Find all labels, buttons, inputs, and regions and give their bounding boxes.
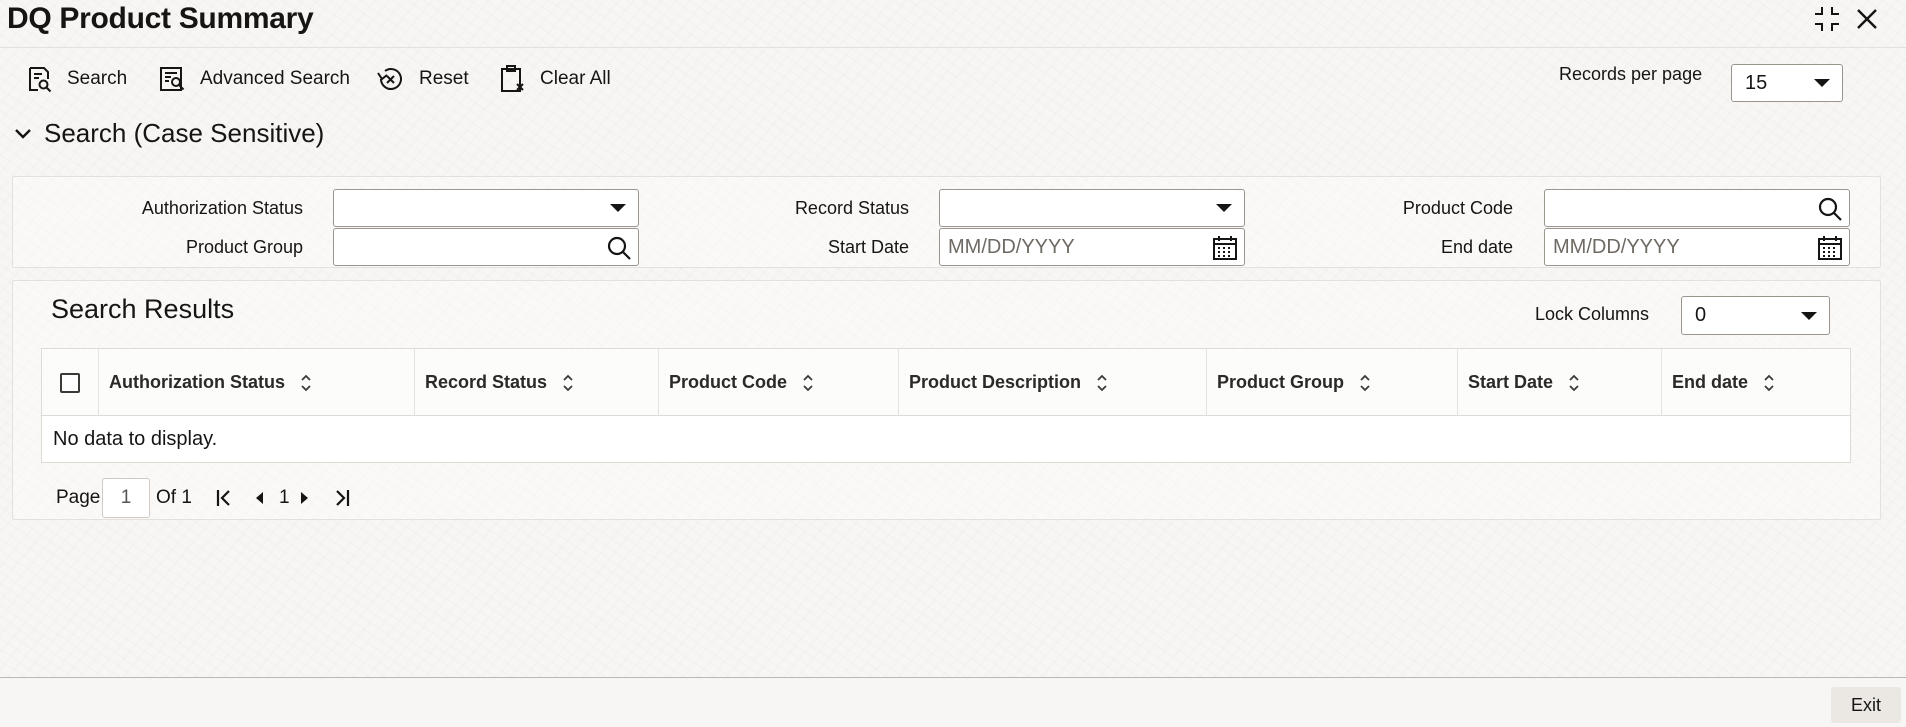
exit-button[interactable]: Exit: [1831, 687, 1901, 723]
search-icon[interactable]: [606, 235, 632, 261]
chevron-down-icon: [1801, 311, 1817, 320]
sort-icon[interactable]: [561, 373, 575, 393]
column-label: Product Code: [669, 372, 788, 392]
calendar-icon[interactable]: [1212, 235, 1238, 261]
column-label: End date: [1672, 372, 1749, 392]
results-table: Authorization Status Record Status Produ…: [41, 348, 1851, 463]
pagination: Page 1 Of 1 1: [56, 478, 386, 518]
minimize-icon[interactable]: [1812, 4, 1842, 34]
page-label: Page: [56, 487, 101, 508]
chevron-down-icon: [15, 128, 31, 139]
results-title: Search Results: [51, 294, 235, 324]
column-header-record-status[interactable]: Record Status: [414, 349, 658, 416]
records-per-page-label: Records per page: [1559, 64, 1703, 84]
end-date-label: End date: [1440, 237, 1513, 257]
lock-columns-label: Lock Columns: [1535, 304, 1650, 324]
select-all-checkbox[interactable]: [60, 373, 80, 393]
lock-columns-value: 0: [1695, 304, 1707, 326]
calendar-icon[interactable]: [1817, 235, 1843, 261]
reset-button-label: Reset: [419, 68, 469, 89]
page-of-label: Of 1: [156, 487, 192, 508]
column-header-product-group[interactable]: Product Group: [1206, 349, 1457, 416]
lock-columns-select[interactable]: 0: [1681, 296, 1830, 335]
product-code-field[interactable]: [1544, 189, 1850, 227]
authorization-status-select[interactable]: [333, 189, 639, 227]
end-date-placeholder: MM/DD/YYYY: [1553, 235, 1680, 258]
page-number-value: 1: [120, 487, 132, 508]
clear-all-button[interactable]: Clear All: [498, 62, 611, 96]
record-status-select[interactable]: [939, 189, 1245, 227]
column-header-end-date[interactable]: End date: [1661, 349, 1850, 416]
search-button-label: Search: [67, 68, 128, 89]
reset-button[interactable]: Reset: [375, 62, 469, 96]
clipboard-clear-icon: [501, 65, 524, 92]
sort-icon[interactable]: [1358, 373, 1372, 393]
chevron-down-icon: [1216, 204, 1232, 212]
title-bar: DQ Product Summary: [0, 0, 1906, 48]
search-section-toggle[interactable]: Search (Case Sensitive): [12, 118, 324, 149]
column-label: Authorization Status: [109, 372, 285, 392]
search-doc-icon: [29, 67, 52, 93]
authorization-status-label: Authorization Status: [141, 198, 303, 218]
next-page-icon[interactable]: [298, 488, 312, 508]
clear-all-button-label: Clear All: [540, 68, 611, 89]
reset-icon: [377, 68, 402, 90]
sort-icon[interactable]: [299, 373, 313, 393]
record-status-label: Record Status: [794, 198, 909, 218]
sort-icon[interactable]: [1762, 373, 1776, 393]
advanced-search-button-label: Advanced Search: [200, 68, 350, 89]
page-number-input[interactable]: 1: [102, 478, 150, 518]
advanced-search-icon: [160, 67, 185, 91]
column-header-start-date[interactable]: Start Date: [1457, 349, 1661, 416]
table-header: Authorization Status Record Status Produ…: [42, 349, 1850, 416]
column-label: Product Group: [1217, 372, 1344, 392]
column-label: Start Date: [1468, 372, 1554, 392]
search-icon[interactable]: [1817, 196, 1843, 222]
advanced-search-button[interactable]: Advanced Search: [158, 62, 350, 96]
records-per-page-select[interactable]: 15: [1731, 64, 1843, 102]
product-code-label: Product Code: [1402, 198, 1513, 218]
start-date-field[interactable]: MM/DD/YYYY: [939, 228, 1245, 266]
search-section-title: Search (Case Sensitive): [44, 118, 325, 148]
records-per-page-value: 15: [1745, 71, 1768, 94]
column-label: Product Description: [909, 372, 1082, 392]
previous-page-icon[interactable]: [252, 488, 266, 508]
end-date-field[interactable]: MM/DD/YYYY: [1544, 228, 1850, 266]
sort-icon[interactable]: [801, 373, 815, 393]
start-date-label: Start Date: [827, 237, 909, 257]
sort-icon[interactable]: [1567, 373, 1581, 393]
current-page-indicator: 1: [279, 487, 290, 508]
column-header-authorization-status[interactable]: Authorization Status: [98, 349, 414, 416]
last-page-icon[interactable]: [332, 488, 352, 508]
column-header-product-code[interactable]: Product Code: [658, 349, 898, 416]
first-page-icon[interactable]: [214, 488, 234, 508]
product-group-field[interactable]: [333, 228, 639, 266]
close-icon[interactable]: [1852, 4, 1882, 34]
chevron-down-icon: [1814, 79, 1830, 87]
empty-message: No data to display.: [53, 428, 218, 450]
column-label: Record Status: [425, 372, 548, 392]
search-button[interactable]: Search: [25, 62, 127, 96]
start-date-placeholder: MM/DD/YYYY: [948, 235, 1075, 258]
product-group-label: Product Group: [185, 237, 303, 257]
column-header-product-description[interactable]: Product Description: [898, 349, 1206, 416]
sort-icon[interactable]: [1095, 373, 1109, 393]
chevron-down-icon: [610, 204, 626, 212]
page-title: DQ Product Summary: [7, 2, 314, 35]
footer-bar: [0, 677, 1906, 727]
